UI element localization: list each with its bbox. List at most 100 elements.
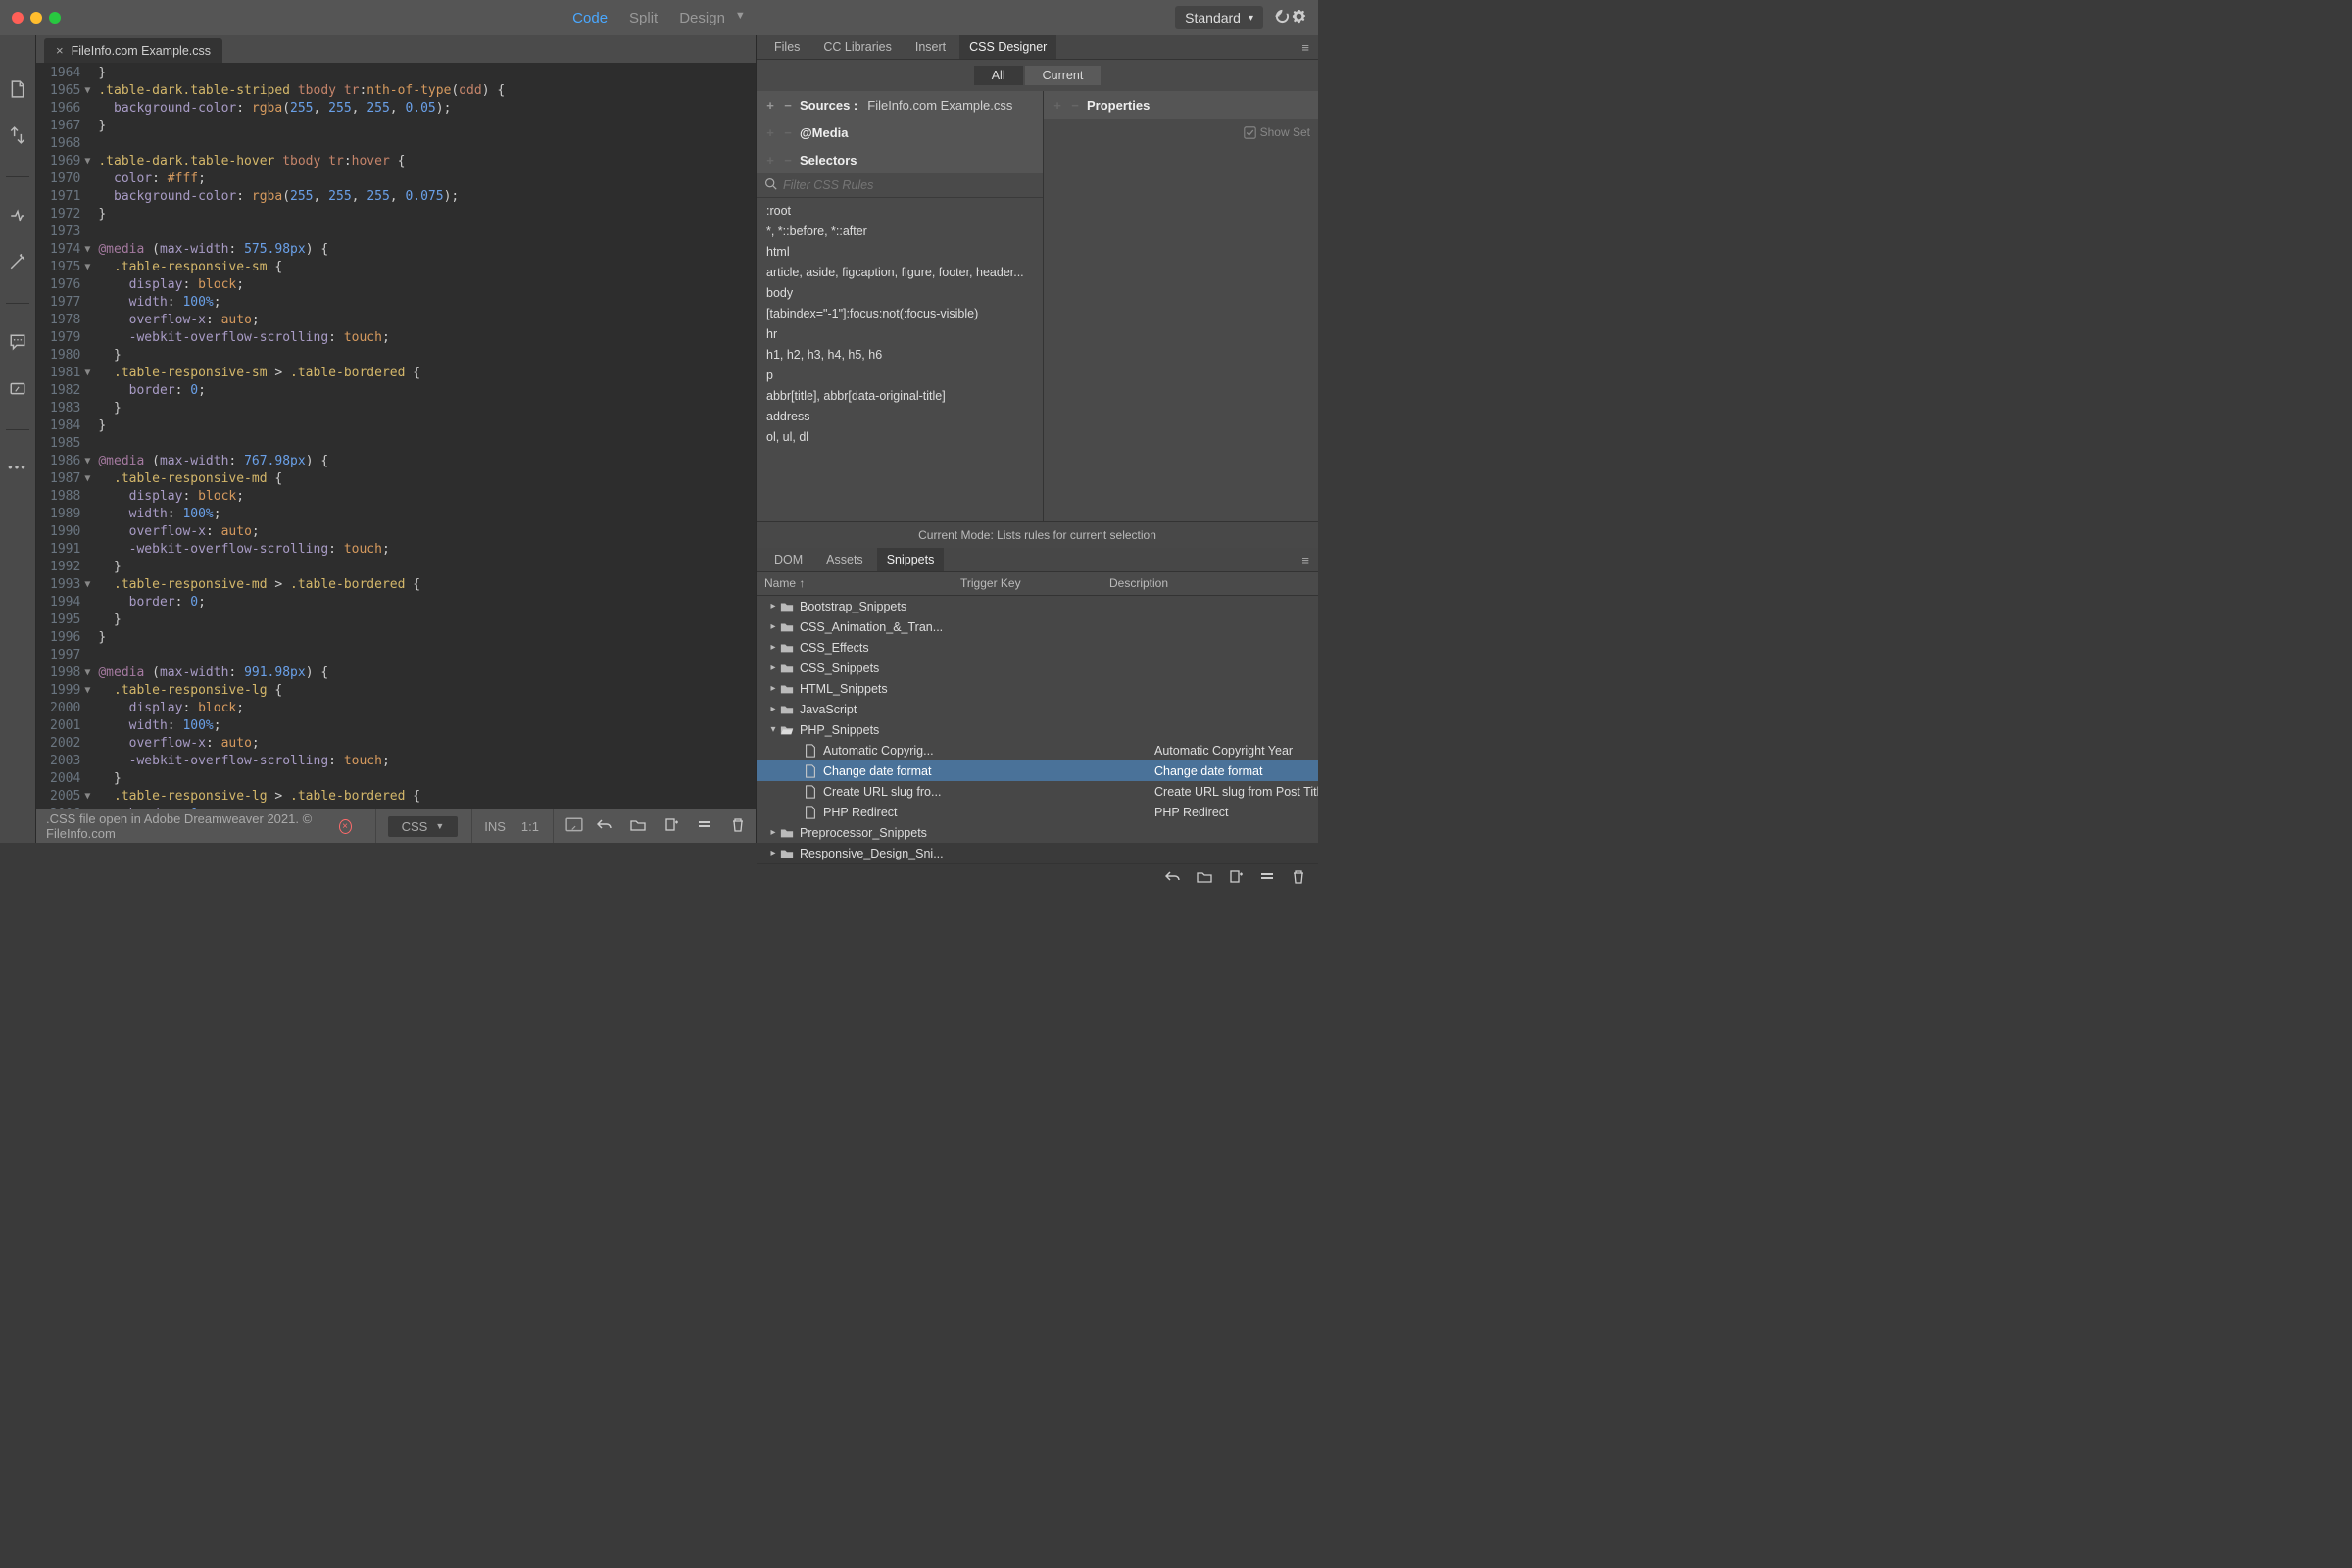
sources-header: + − Sources : FileInfo.com Example.css bbox=[757, 91, 1043, 119]
filter-input[interactable] bbox=[783, 178, 1035, 192]
behaviors-icon[interactable] bbox=[9, 379, 26, 400]
file-icon[interactable] bbox=[9, 80, 26, 101]
maximize-window-icon[interactable] bbox=[49, 12, 61, 24]
tab-snippets[interactable]: Snippets bbox=[877, 548, 945, 571]
media-label: @Media bbox=[800, 125, 849, 140]
selector-item[interactable]: ol, ul, dl bbox=[757, 426, 1043, 447]
view-tab-design[interactable]: Design bbox=[679, 10, 725, 26]
error-indicator-icon[interactable]: × bbox=[339, 819, 352, 834]
selector-item[interactable]: [tabindex="-1"]:focus:not(:focus-visible… bbox=[757, 303, 1043, 323]
tab-css-designer[interactable]: CSS Designer bbox=[959, 35, 1056, 59]
add-prop-button[interactable]: + bbox=[1052, 98, 1063, 113]
code-editor[interactable]: 1964▼1965▼1966▼1967▼1968▼1969▼1970▼1971▼… bbox=[36, 63, 756, 809]
minimize-window-icon[interactable] bbox=[30, 12, 42, 24]
col-desc[interactable]: Description bbox=[1102, 572, 1318, 595]
right-panel: Files CC Libraries Insert CSS Designer ≡… bbox=[756, 35, 1318, 843]
tab-insert[interactable]: Insert bbox=[906, 35, 956, 59]
remove-prop-button[interactable]: − bbox=[1069, 98, 1081, 113]
snippet-row[interactable]: ▸Preprocessor_Snippets bbox=[757, 822, 1318, 843]
snippet-row[interactable]: ▸JavaScript bbox=[757, 699, 1318, 719]
more-icon[interactable]: ••• bbox=[8, 460, 27, 474]
view-tab-split[interactable]: Split bbox=[629, 10, 658, 26]
selector-item[interactable]: p bbox=[757, 365, 1043, 385]
workspace-switcher[interactable]: Standard ▾ bbox=[1175, 6, 1263, 29]
snippet-row[interactable]: ▸Bootstrap_Snippets bbox=[757, 596, 1318, 616]
remove-selector-button[interactable]: − bbox=[782, 153, 794, 168]
sf-undo-icon[interactable] bbox=[1165, 869, 1181, 888]
view-tab-code[interactable]: Code bbox=[572, 10, 608, 26]
selector-item[interactable]: address bbox=[757, 406, 1043, 426]
sf-trash-icon[interactable] bbox=[1291, 869, 1306, 888]
add-media-button[interactable]: + bbox=[764, 125, 776, 140]
comment-icon[interactable] bbox=[9, 333, 26, 354]
tab-cc-libraries[interactable]: CC Libraries bbox=[813, 35, 901, 59]
sb-more-icon[interactable] bbox=[697, 817, 712, 836]
close-icon[interactable]: × bbox=[56, 43, 64, 58]
file-tab[interactable]: × FileInfo.com Example.css bbox=[44, 38, 222, 63]
preview-icon[interactable] bbox=[565, 816, 583, 837]
selector-item[interactable]: *, *::before, *::after bbox=[757, 220, 1043, 241]
panel-menu-icon[interactable]: ≡ bbox=[1301, 40, 1310, 55]
sources-label: Sources : bbox=[800, 98, 858, 113]
snippet-row[interactable]: ▾PHP_Snippets bbox=[757, 719, 1318, 740]
sb-trash-icon[interactable] bbox=[730, 817, 746, 836]
workspace-label: Standard bbox=[1185, 10, 1241, 25]
media-header: + − @Media bbox=[757, 119, 1043, 146]
properties-header: + − Properties bbox=[1044, 91, 1318, 119]
panel-menu-icon[interactable]: ≡ bbox=[1301, 553, 1310, 567]
chevron-down-icon[interactable]: ▼ bbox=[735, 10, 746, 26]
chevron-down-icon: ▾ bbox=[1249, 13, 1253, 24]
sf-insert-icon[interactable] bbox=[1259, 869, 1275, 888]
snippet-tree[interactable]: ▸Bootstrap_Snippets▸CSS_Animation_&_Tran… bbox=[757, 596, 1318, 863]
selector-item[interactable]: html bbox=[757, 241, 1043, 262]
view-mode-tabs: Code Split Design ▼ bbox=[572, 10, 746, 26]
snippet-row[interactable]: ▸CSS_Animation_&_Tran... bbox=[757, 616, 1318, 637]
all-button[interactable]: All bbox=[974, 66, 1023, 85]
selector-item[interactable]: body bbox=[757, 282, 1043, 303]
add-selector-button[interactable]: + bbox=[764, 153, 776, 168]
sb-undo-icon[interactable] bbox=[597, 817, 612, 836]
add-source-button[interactable]: + bbox=[764, 98, 776, 113]
selector-item[interactable]: :root bbox=[757, 200, 1043, 220]
snippet-row[interactable]: ▸CSS_Effects bbox=[757, 637, 1318, 658]
snippet-row[interactable]: ▸CSS_Snippets bbox=[757, 658, 1318, 678]
remove-source-button[interactable]: − bbox=[782, 98, 794, 113]
selector-item[interactable]: hr bbox=[757, 323, 1043, 344]
sf-new-snippet-icon[interactable] bbox=[1228, 869, 1244, 888]
manage-sites-icon[interactable] bbox=[9, 126, 26, 147]
tab-dom[interactable]: DOM bbox=[764, 548, 812, 571]
close-window-icon[interactable] bbox=[12, 12, 24, 24]
file-tab-bar: × FileInfo.com Example.css bbox=[36, 35, 756, 63]
source-file-name[interactable]: FileInfo.com Example.css bbox=[867, 98, 1012, 113]
wand-icon[interactable] bbox=[9, 253, 26, 273]
sb-folder-icon[interactable] bbox=[630, 817, 646, 836]
tab-assets[interactable]: Assets bbox=[816, 548, 873, 571]
status-watermark: .CSS file open in Adobe Dreamweaver 2021… bbox=[46, 811, 333, 841]
sb-new-icon[interactable] bbox=[663, 817, 679, 836]
snippet-row[interactable]: Automatic Copyrig...Automatic Copyright … bbox=[757, 740, 1318, 760]
selector-item[interactable]: abbr[title], abbr[data-original-title] bbox=[757, 385, 1043, 406]
snippet-row[interactable]: ▸Responsive_Design_Sni... bbox=[757, 843, 1318, 863]
extract-icon[interactable] bbox=[9, 207, 26, 227]
current-button[interactable]: Current bbox=[1025, 66, 1102, 85]
insert-mode[interactable]: INS bbox=[484, 819, 506, 834]
sync-settings-icon[interactable] bbox=[1275, 9, 1290, 26]
col-trigger[interactable]: Trigger Key bbox=[953, 572, 1102, 595]
snippet-row[interactable]: ▸HTML_Snippets bbox=[757, 678, 1318, 699]
snippet-row[interactable]: Change date formatChange date format bbox=[757, 760, 1318, 781]
selectors-header: + − Selectors bbox=[757, 146, 1043, 173]
selectors-label: Selectors bbox=[800, 153, 858, 168]
col-name[interactable]: Name ↑ bbox=[757, 572, 953, 595]
sf-folder-icon[interactable] bbox=[1197, 869, 1212, 888]
properties-label: Properties bbox=[1087, 98, 1150, 113]
language-mode-selector[interactable]: CSS ▼ bbox=[388, 816, 459, 837]
remove-media-button[interactable]: − bbox=[782, 125, 794, 140]
selector-item[interactable]: article, aside, figcaption, figure, foot… bbox=[757, 262, 1043, 282]
selector-list[interactable]: :root*, *::before, *::afterhtmlarticle, … bbox=[757, 198, 1043, 521]
snippet-row[interactable]: PHP RedirectPHP Redirect bbox=[757, 802, 1318, 822]
show-set-toggle[interactable]: Show Set bbox=[1244, 125, 1310, 139]
gear-icon[interactable] bbox=[1292, 9, 1306, 26]
snippet-row[interactable]: Create URL slug fro...Create URL slug fr… bbox=[757, 781, 1318, 802]
selector-item[interactable]: h1, h2, h3, h4, h5, h6 bbox=[757, 344, 1043, 365]
tab-files[interactable]: Files bbox=[764, 35, 809, 59]
